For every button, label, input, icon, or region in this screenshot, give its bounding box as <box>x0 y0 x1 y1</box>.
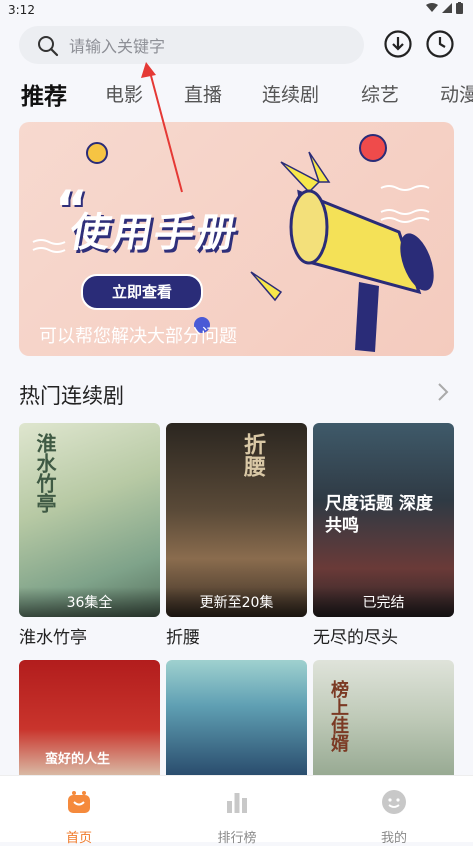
tab-movies[interactable]: 电影 <box>105 80 143 107</box>
show-poster: 榜上佳婿 <box>313 660 454 775</box>
poster-title: 榜上佳婿 <box>328 680 349 752</box>
tab-live[interactable]: 直播 <box>184 80 222 107</box>
poster-title: 折腰 <box>240 433 265 477</box>
home-icon <box>68 791 90 813</box>
nav-rankings[interactable]: 排行榜 <box>158 776 316 846</box>
section-title-hot-series: 热门连续剧 <box>19 384 124 408</box>
banner-subtitle: 可以帮您解决大部分问题 <box>39 326 237 347</box>
poster-title: 淮水竹亭 <box>33 433 57 513</box>
history-clock-icon[interactable] <box>425 29 455 59</box>
status-icons <box>426 2 463 14</box>
show-name: 无尽的尽头 <box>313 628 398 648</box>
banner-carousel[interactable]: “ 使用手册 立即查看 可以帮您解决大部分问题 <box>19 122 454 356</box>
episode-badge: 36集全 <box>19 587 160 617</box>
tab-anime[interactable]: 动漫 <box>440 80 473 107</box>
show-card[interactable] <box>166 660 307 775</box>
nav-home[interactable]: 首页 <box>0 776 158 846</box>
show-card[interactable]: 蛮好的人生 <box>19 660 160 775</box>
poster-title: 尺度话题 深度共鸣 <box>325 494 433 536</box>
show-card[interactable]: 榜上佳婿 <box>313 660 454 775</box>
episode-badge: 更新至20集 <box>166 587 307 617</box>
nav-rankings-label: 排行榜 <box>217 831 257 846</box>
status-bar: 3:12 <box>0 0 473 20</box>
show-name: 淮水竹亭 <box>19 628 87 648</box>
signal-icon <box>442 3 452 13</box>
show-card[interactable]: 淮水竹亭 36集全 淮水竹亭 <box>19 423 160 648</box>
search-input[interactable] <box>67 32 351 60</box>
search-bar[interactable] <box>19 26 364 64</box>
nav-profile[interactable]: 我的 <box>315 776 473 846</box>
tab-series[interactable]: 连续剧 <box>262 80 319 107</box>
banner-title: 使用手册 <box>66 210 243 256</box>
show-card[interactable]: 尺度话题 深度共鸣 已完结 无尽的尽头 <box>313 423 454 648</box>
poster-title: 蛮好的人生 <box>45 752 111 767</box>
nav-home-label: 首页 <box>65 831 92 846</box>
show-poster: 淮水竹亭 36集全 <box>19 423 160 617</box>
nav-profile-label: 我的 <box>380 831 407 846</box>
show-poster: 蛮好的人生 <box>19 660 160 775</box>
show-poster <box>166 660 307 775</box>
search-icon <box>38 36 59 57</box>
status-time: 3:12 <box>8 3 35 17</box>
profile-icon <box>382 790 406 814</box>
tab-recommend[interactable]: 推荐 <box>21 77 67 111</box>
banner-view-button[interactable]: 立即查看 <box>81 274 203 310</box>
show-name: 折腰 <box>166 628 200 648</box>
show-card[interactable]: 折腰 更新至20集 折腰 <box>166 423 307 648</box>
chevron-right-icon[interactable] <box>436 382 450 402</box>
tab-variety[interactable]: 综艺 <box>361 80 399 107</box>
category-tabs: 推荐 电影 直播 连续剧 综艺 动漫 <box>0 74 473 114</box>
chart-icon <box>227 793 247 813</box>
battery-icon <box>456 2 463 14</box>
show-poster: 折腰 更新至20集 <box>166 423 307 617</box>
wifi-icon <box>426 3 438 12</box>
download-icon[interactable] <box>383 29 413 59</box>
show-poster: 尺度话题 深度共鸣 已完结 <box>313 423 454 617</box>
episode-badge: 已完结 <box>313 587 454 617</box>
bottom-navigation: 首页 排行榜 我的 <box>0 775 473 846</box>
